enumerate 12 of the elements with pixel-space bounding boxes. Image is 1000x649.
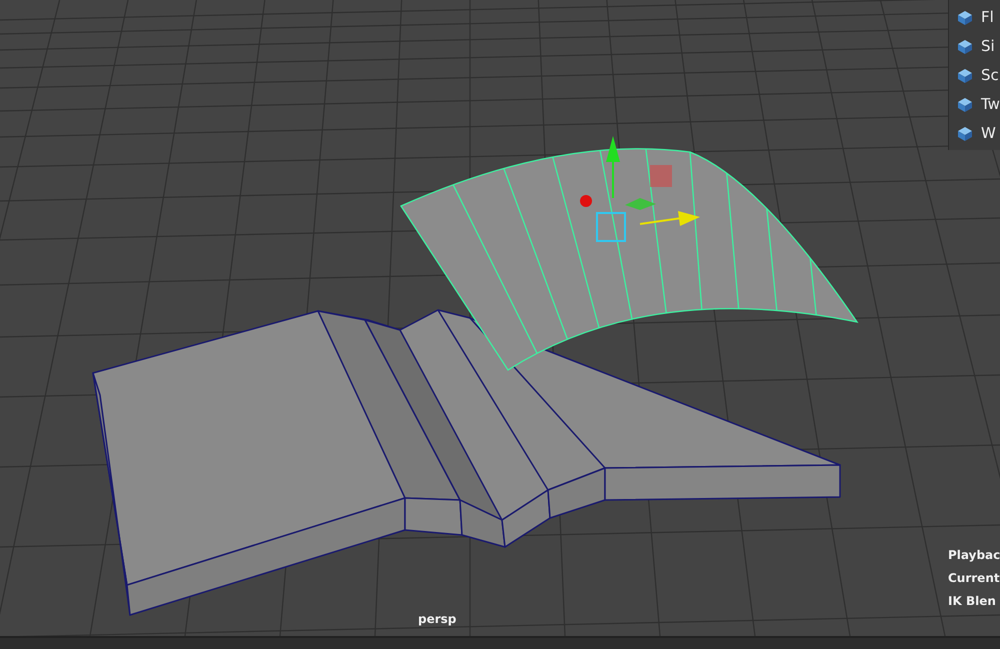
menu-item[interactable]: Tw xyxy=(949,89,1000,118)
menu-item[interactable]: Sc xyxy=(949,60,1000,89)
hud-text: Current xyxy=(948,571,1000,585)
menu-item[interactable]: W xyxy=(949,118,1000,147)
book-model[interactable] xyxy=(92,309,841,616)
move-manipulator[interactable] xyxy=(580,136,700,242)
curved-surface[interactable] xyxy=(400,148,858,371)
hud-text: Playbac xyxy=(948,548,1000,562)
menu-item[interactable]: Si xyxy=(949,31,1000,60)
menu-item[interactable]: Fl xyxy=(949,2,1000,31)
hud-text: IK Blen xyxy=(948,594,997,608)
camera-label: persp xyxy=(418,612,456,626)
